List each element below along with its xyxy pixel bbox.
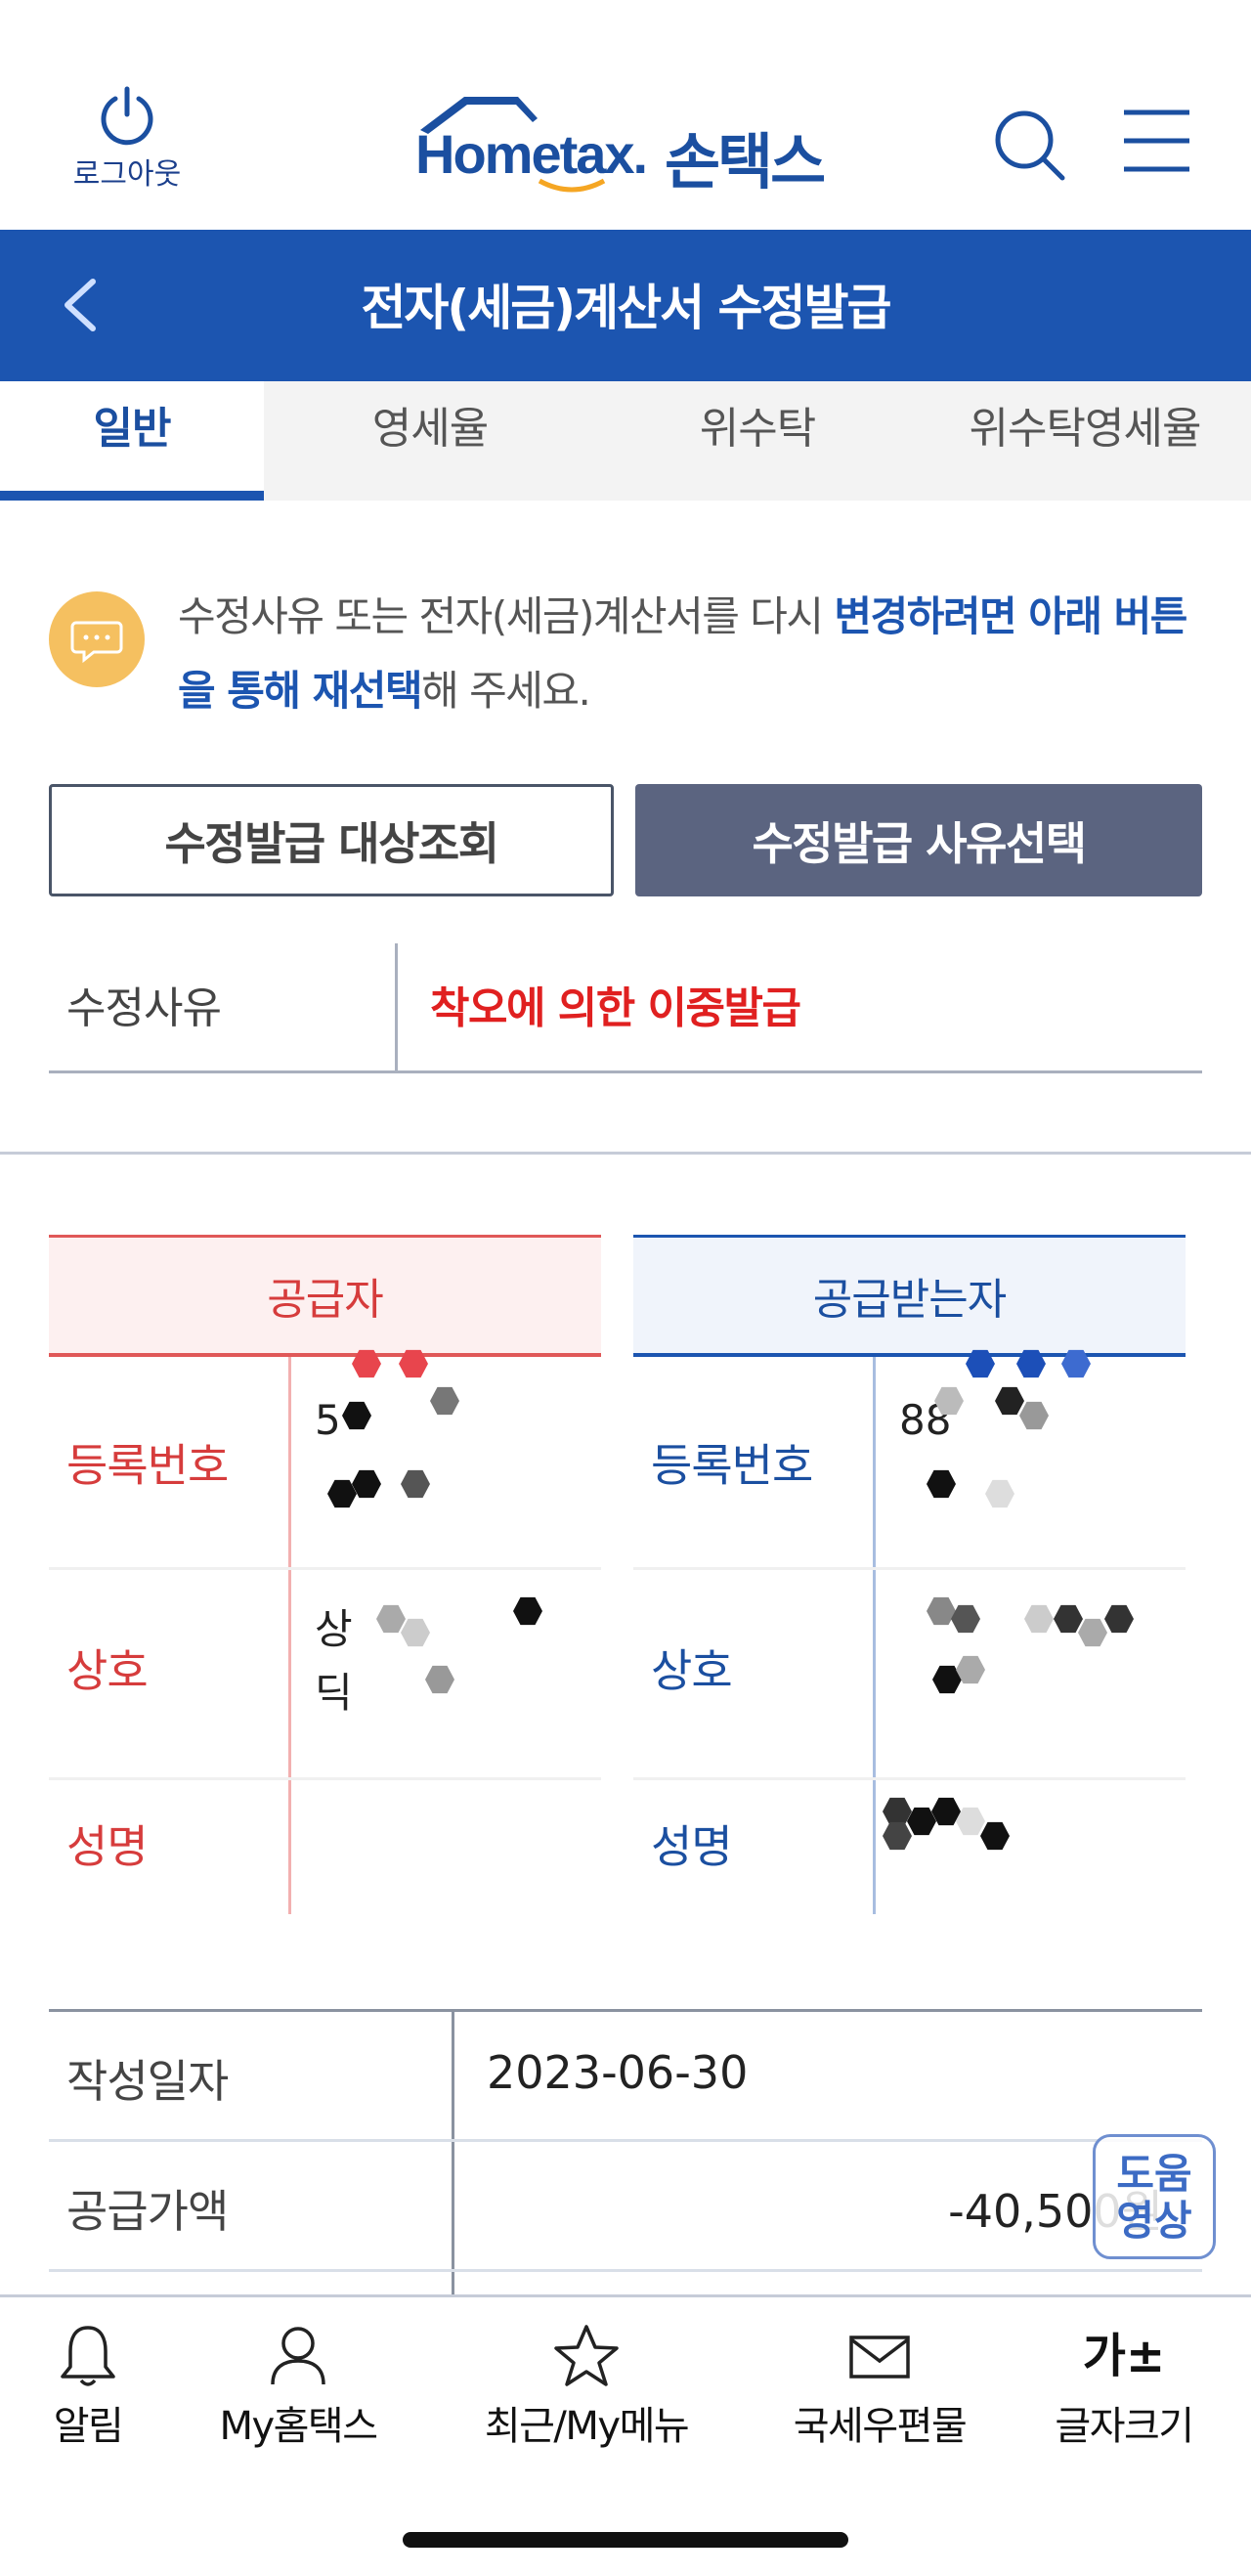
tab-general[interactable]: 일반	[0, 381, 264, 501]
supplier-title: 공급자	[49, 1235, 601, 1357]
logo-korean-text: 손택스	[665, 126, 826, 197]
tab-bar: 일반 영세율 위수탁 위수탁영세율	[0, 381, 1251, 501]
buyer-panel: 공급받는자 등록번호 88 상호 성명	[633, 1235, 1186, 1914]
nav-label: My홈택스	[219, 2404, 378, 2449]
hometax-logo[interactable]: Hometax. 손택스	[410, 93, 850, 200]
buyer-reg-row: 등록번호 88	[633, 1349, 1186, 1570]
nav-label: 글자크기	[1055, 2404, 1194, 2449]
nav-my-hometax[interactable]: My홈택스	[210, 2322, 386, 2451]
page-title: 전자(세금)계산서 수정발급	[361, 280, 891, 336]
supplier-name-row: 상호 상 딕	[49, 1567, 601, 1780]
nav-label: 알림	[53, 2404, 124, 2449]
person-icon	[271, 2327, 325, 2385]
hamburger-menu-icon	[1124, 109, 1189, 172]
home-indicator	[403, 2532, 848, 2548]
logout-button[interactable]: 로그아웃	[59, 83, 195, 193]
bell-icon	[61, 2326, 115, 2386]
logout-label: 로그아웃	[72, 157, 182, 192]
help-line-2: 영상	[1116, 2197, 1192, 2245]
buyer-reg-label: 등록번호	[651, 1439, 813, 1492]
supplier-name-label: 상호	[66, 1644, 149, 1697]
nav-font-size[interactable]: 가± 글자크기	[1046, 2322, 1202, 2451]
buyer-name-label: 상호	[651, 1644, 733, 1697]
reason-row: 수정사유 착오에 의한 이중발급	[49, 943, 1202, 1073]
lookup-target-button[interactable]: 수정발급 대상조회	[49, 784, 614, 896]
menu-button[interactable]	[1119, 108, 1197, 181]
nav-tax-mail[interactable]: 국세우편물	[777, 2322, 982, 2451]
notice-message: 수정사유 또는 전자(세금)계산서를 다시 변경하려면 아래 버튼을 통해 재선…	[178, 580, 1214, 728]
nav-recent-menu[interactable]: 최근/My메뉴	[474, 2322, 699, 2451]
chat-bubble-icon	[49, 591, 145, 687]
date-row: 작성일자 2023-06-30	[49, 2012, 1202, 2142]
buyer-rep-label: 성명	[651, 1820, 733, 1873]
supplier-reg-row: 등록번호 5	[49, 1349, 601, 1570]
power-icon	[101, 86, 153, 146]
tab-zero-rate[interactable]: 영세율	[264, 381, 596, 501]
tab-consignment[interactable]: 위수탁	[596, 381, 919, 501]
nav-label: 국세우편물	[793, 2404, 968, 2449]
help-line-1: 도움	[1116, 2150, 1192, 2198]
logo-swoosh-icon	[538, 178, 606, 193]
supplier-name-value-2: 딕	[315, 1669, 353, 1717]
nav-alerts[interactable]: 알림	[29, 2322, 147, 2451]
buyer-rep-row: 성명	[633, 1777, 1186, 1914]
date-label: 작성일자	[66, 2055, 229, 2108]
section-divider	[0, 1152, 1251, 1155]
select-reason-button[interactable]: 수정발급 사유선택	[635, 784, 1202, 896]
supplier-rep-label: 성명	[66, 1820, 149, 1873]
tab-consignment-zero-rate[interactable]: 위수탁영세율	[919, 381, 1251, 501]
font-size-icon: 가±	[1082, 2329, 1166, 2383]
nav-label: 최근/My메뉴	[484, 2404, 690, 2449]
search-icon	[995, 110, 1065, 181]
notice-text-2: 해 주세요.	[421, 667, 591, 715]
invoice-info-table: 작성일자 2023-06-30 공급가액 -40,500원	[49, 2009, 1202, 2305]
supplier-reg-value: 5	[315, 1396, 341, 1444]
supplier-panel: 공급자 등록번호 5 상호 상 딕 성명	[49, 1235, 601, 1914]
amount-label: 공급가액	[66, 2185, 229, 2238]
reason-value: 착오에 의한 이중발급	[430, 983, 801, 1033]
reason-label: 수정사유	[66, 983, 222, 1033]
supplier-reg-label: 등록번호	[66, 1439, 229, 1492]
divider	[395, 943, 398, 1070]
date-value: 2023-06-30	[487, 2046, 749, 2099]
amount-row: 공급가액 -40,500원	[49, 2142, 1202, 2272]
help-video-button[interactable]: 도움 영상	[1093, 2134, 1216, 2259]
supplier-rep-row: 성명	[49, 1777, 601, 1914]
buyer-name-row: 상호	[633, 1567, 1186, 1780]
logo-text: Hometax.	[415, 123, 648, 185]
notice-text-1: 수정사유 또는 전자(세금)계산서를 다시	[178, 592, 835, 640]
page-title-bar: 전자(세금)계산서 수정발급	[0, 230, 1251, 381]
star-icon	[554, 2325, 619, 2386]
search-button[interactable]	[992, 108, 1070, 186]
app-header: 로그아웃 Hometax. 손택스	[0, 0, 1251, 230]
supplier-name-value-1: 상	[315, 1605, 353, 1653]
buyer-title: 공급받는자	[633, 1235, 1186, 1357]
mail-icon	[849, 2336, 910, 2379]
